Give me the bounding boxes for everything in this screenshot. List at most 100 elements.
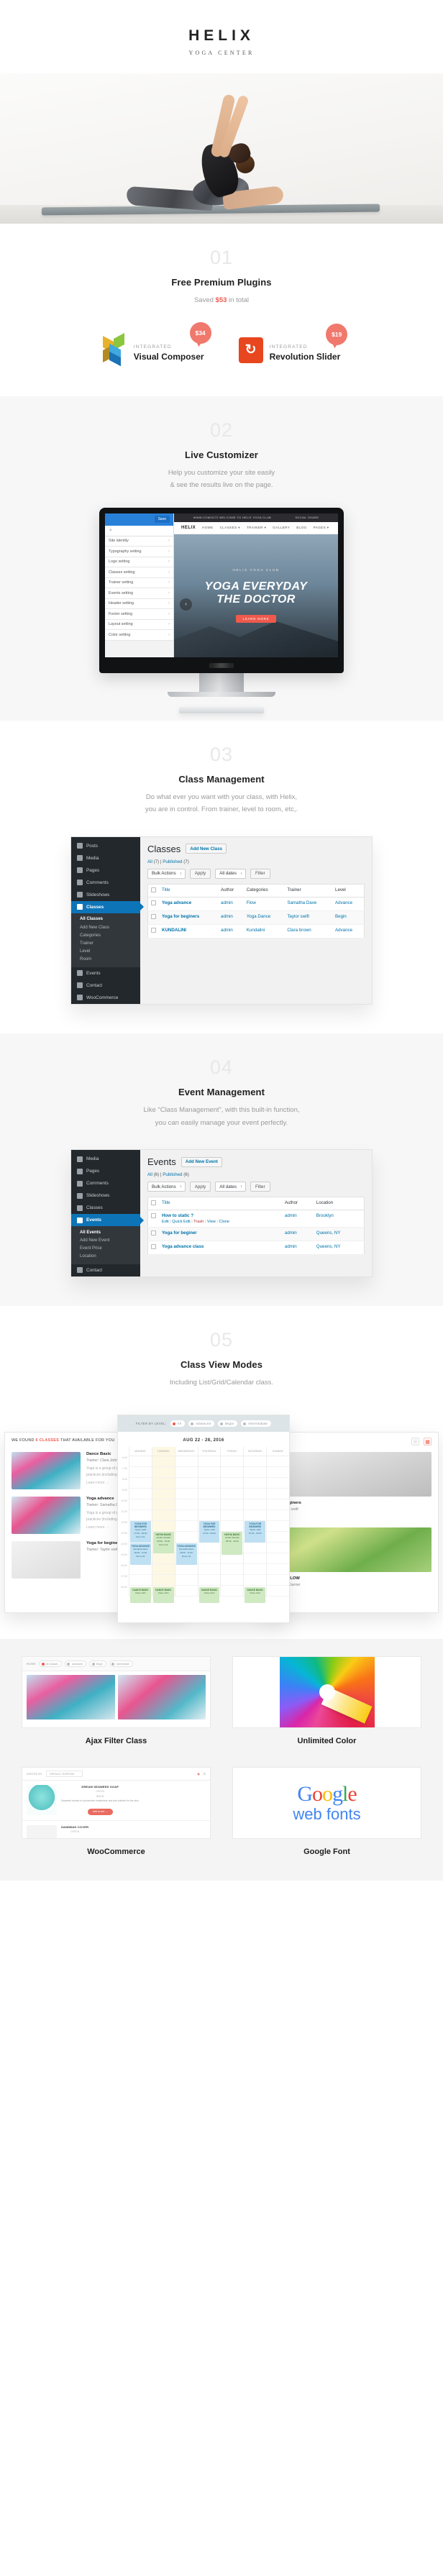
learn-more-link[interactable]: Learn more →	[266, 1515, 431, 1519]
calendar-event[interactable]: DANCE BASIC Clara John	[130, 1587, 151, 1604]
row-action-edit[interactable]: Edit	[162, 1220, 169, 1224]
table-row[interactable]: Yoga for beginer admin Queens, NY	[147, 1227, 365, 1242]
row-level[interactable]: Advance	[335, 928, 352, 933]
preview-nav-blog[interactable]: BLOG	[296, 526, 306, 529]
customizer-item-site-identity[interactable]: Site identity ›	[105, 536, 173, 547]
row-category[interactable]: Flow	[247, 900, 256, 905]
customizer-save-button[interactable]: Save	[154, 516, 170, 524]
submenu-item-add-new-event[interactable]: Add New Event	[71, 1236, 140, 1244]
product-name[interactable]: DREAM SEAWEED SOAP	[61, 1785, 140, 1789]
filter-pill-all[interactable]: All	[170, 1420, 186, 1428]
row-select[interactable]	[147, 1227, 159, 1242]
table-row[interactable]: Yoga advance class admin Queens, NY	[147, 1241, 365, 1256]
filter-button[interactable]: Filter	[250, 868, 270, 879]
filter-all[interactable]: All	[147, 859, 152, 864]
class-title[interactable]: Yoga for beginers	[86, 1541, 122, 1545]
date-filter-select[interactable]: All dates	[215, 868, 246, 879]
row-level[interactable]: Begin	[335, 914, 347, 919]
preview-nav-gallery[interactable]: GALLERY	[273, 526, 290, 529]
row-title[interactable]: Yoga advance class	[159, 1241, 282, 1256]
submenu-item-all-classes[interactable]: All Classes	[71, 915, 140, 923]
submenu-item-event-price[interactable]: Event Price	[71, 1244, 140, 1252]
calendar-event[interactable]: HATHA BASIC Jenifer Mueller 08:30 - 10:3…	[152, 1532, 174, 1554]
preview-nav-home[interactable]: HOME	[202, 526, 213, 529]
grid-view-icon[interactable]: ▦	[424, 1438, 431, 1446]
calendar-event[interactable]: YOGA ADVANCE Samatha Dave 09:00 - 11:00 …	[130, 1543, 151, 1566]
customizer-item-typography[interactable]: Typography setting ›	[105, 547, 173, 557]
add-new-event-button[interactable]: Add New Event	[181, 1156, 222, 1167]
submenu-item-location[interactable]: Location	[71, 1253, 140, 1261]
calendar-event[interactable]: DANCE BASIC Clara John	[245, 1587, 266, 1604]
filter-pill-begin[interactable]: Begin	[218, 1420, 238, 1428]
filter-pill-begin[interactable]: Begin	[89, 1661, 106, 1668]
sidebar-item-media[interactable]: Media	[71, 1153, 140, 1165]
sidebar-item-classes[interactable]: Classes	[71, 900, 140, 913]
row-trainer[interactable]: Samatha Dave	[287, 900, 316, 905]
table-row[interactable]: KUNDALINI admin Kundalini Clara brown Ad…	[147, 924, 365, 938]
row-select[interactable]	[147, 924, 159, 938]
row-checkbox[interactable]	[151, 913, 156, 919]
filter-pill-inermediate[interactable]: Inermediate	[109, 1661, 133, 1668]
row-checkbox[interactable]	[151, 927, 156, 933]
row-location[interactable]: Brooklyn	[316, 1213, 334, 1218]
preview-nav-trainer[interactable]: TRAINER ▾	[247, 526, 266, 530]
sidebar-item-slideshows[interactable]: Slideshows	[71, 889, 140, 901]
filter-all[interactable]: All	[147, 1172, 152, 1177]
row-title[interactable]: Yoga advance	[159, 897, 218, 911]
submenu-item-room[interactable]: Room	[71, 956, 140, 964]
plugin-visual-composer[interactable]: INTEGRATED Visual Composer $34	[102, 321, 211, 366]
submenu-item-add-new-class[interactable]: Add New Class	[71, 923, 140, 931]
bulk-actions-select[interactable]: Bulk Actions	[147, 868, 186, 879]
calendar-event[interactable]: YOGA ADVANCE Samatha Dave 09:00 - 11:00 …	[175, 1543, 197, 1566]
row-author[interactable]: admin	[221, 928, 233, 933]
row-location[interactable]: Queens, NY	[316, 1244, 341, 1249]
sidebar-item-comments[interactable]: Comments	[71, 1177, 140, 1189]
row-category[interactable]: Yoga Dance	[247, 914, 271, 919]
customizer-item-trainer[interactable]: Trainer setting ›	[105, 577, 173, 589]
row-action-trash[interactable]: Trash	[193, 1220, 204, 1224]
row-author[interactable]: admin	[285, 1213, 297, 1218]
select-all-checkbox[interactable]	[151, 1200, 156, 1206]
sidebar-item-events[interactable]: Events	[71, 967, 140, 979]
grid-view-icon[interactable]: ▦	[197, 1773, 199, 1776]
bulk-actions-select[interactable]: Bulk Actions	[147, 1182, 186, 1192]
customizer-item-events[interactable]: Events setting ›	[105, 588, 173, 599]
row-checkbox[interactable]	[151, 1213, 156, 1219]
product-row[interactable]: SANDBAG COVER GREEN	[22, 1821, 210, 1839]
customizer-item-footer[interactable]: Footer setting ›	[105, 609, 173, 620]
row-select[interactable]	[147, 910, 159, 925]
class-title[interactable]: Yoga for beginers	[266, 1501, 431, 1505]
filter-pill-advanced[interactable]: Advanced	[64, 1661, 86, 1668]
row-title[interactable]: Yoga for beginer	[159, 1227, 282, 1242]
sorting-select[interactable]: DEFAULT SORTING	[46, 1771, 83, 1778]
customizer-close-icon[interactable]: ×	[105, 525, 173, 536]
apply-button[interactable]: Apply	[189, 868, 211, 879]
row-author[interactable]: admin	[285, 1244, 297, 1249]
submenu-item-all-events[interactable]: All Events	[71, 1228, 140, 1236]
select-all-header[interactable]	[147, 1197, 159, 1211]
sidebar-item-slideshows[interactable]: Slideshows	[71, 1189, 140, 1202]
row-author[interactable]: admin	[285, 1230, 297, 1236]
learn-more-link[interactable]: Learn more →	[266, 1590, 431, 1594]
sidebar-item-contact[interactable]: Contact	[71, 979, 140, 992]
row-action-view[interactable]: View	[207, 1220, 216, 1224]
product-row[interactable]: DREAM SEAWEED SOAP GREEN $15.00 Seaweed …	[22, 1781, 210, 1822]
calendar-event[interactable]: DANCE BASIC Clara John	[152, 1587, 174, 1604]
hero-learn-more-button[interactable]: LEARN MORE	[236, 615, 276, 624]
row-location[interactable]: Queens, NY	[316, 1230, 341, 1236]
sidebar-item-posts[interactable]: Posts	[71, 840, 140, 852]
customizer-item-logo[interactable]: Logo setting ›	[105, 557, 173, 568]
submenu-item-level[interactable]: Level	[71, 948, 140, 956]
customizer-item-header[interactable]: Header setting ›	[105, 598, 173, 610]
row-level[interactable]: Advance	[335, 900, 352, 905]
class-title[interactable]: ADVANCE FLOW	[266, 1576, 431, 1581]
table-row[interactable]: Yoga for beginers admin Yoga Dance Taylo…	[147, 910, 365, 925]
customizer-item-color[interactable]: Color setting ›	[105, 630, 173, 641]
row-select[interactable]	[147, 1241, 159, 1256]
calendar-event[interactable]: DANCE BASIC Clara John	[198, 1587, 220, 1604]
preview-nav-classes[interactable]: CLASSES ▾	[220, 526, 240, 530]
sidebar-item-classes[interactable]: Classes	[71, 1202, 140, 1214]
customizer-item-classes[interactable]: Classes setting ›	[105, 567, 173, 578]
list-view-icon[interactable]: ☰	[204, 1773, 206, 1776]
filter-pill-all-classes[interactable]: All Classes	[39, 1661, 62, 1668]
